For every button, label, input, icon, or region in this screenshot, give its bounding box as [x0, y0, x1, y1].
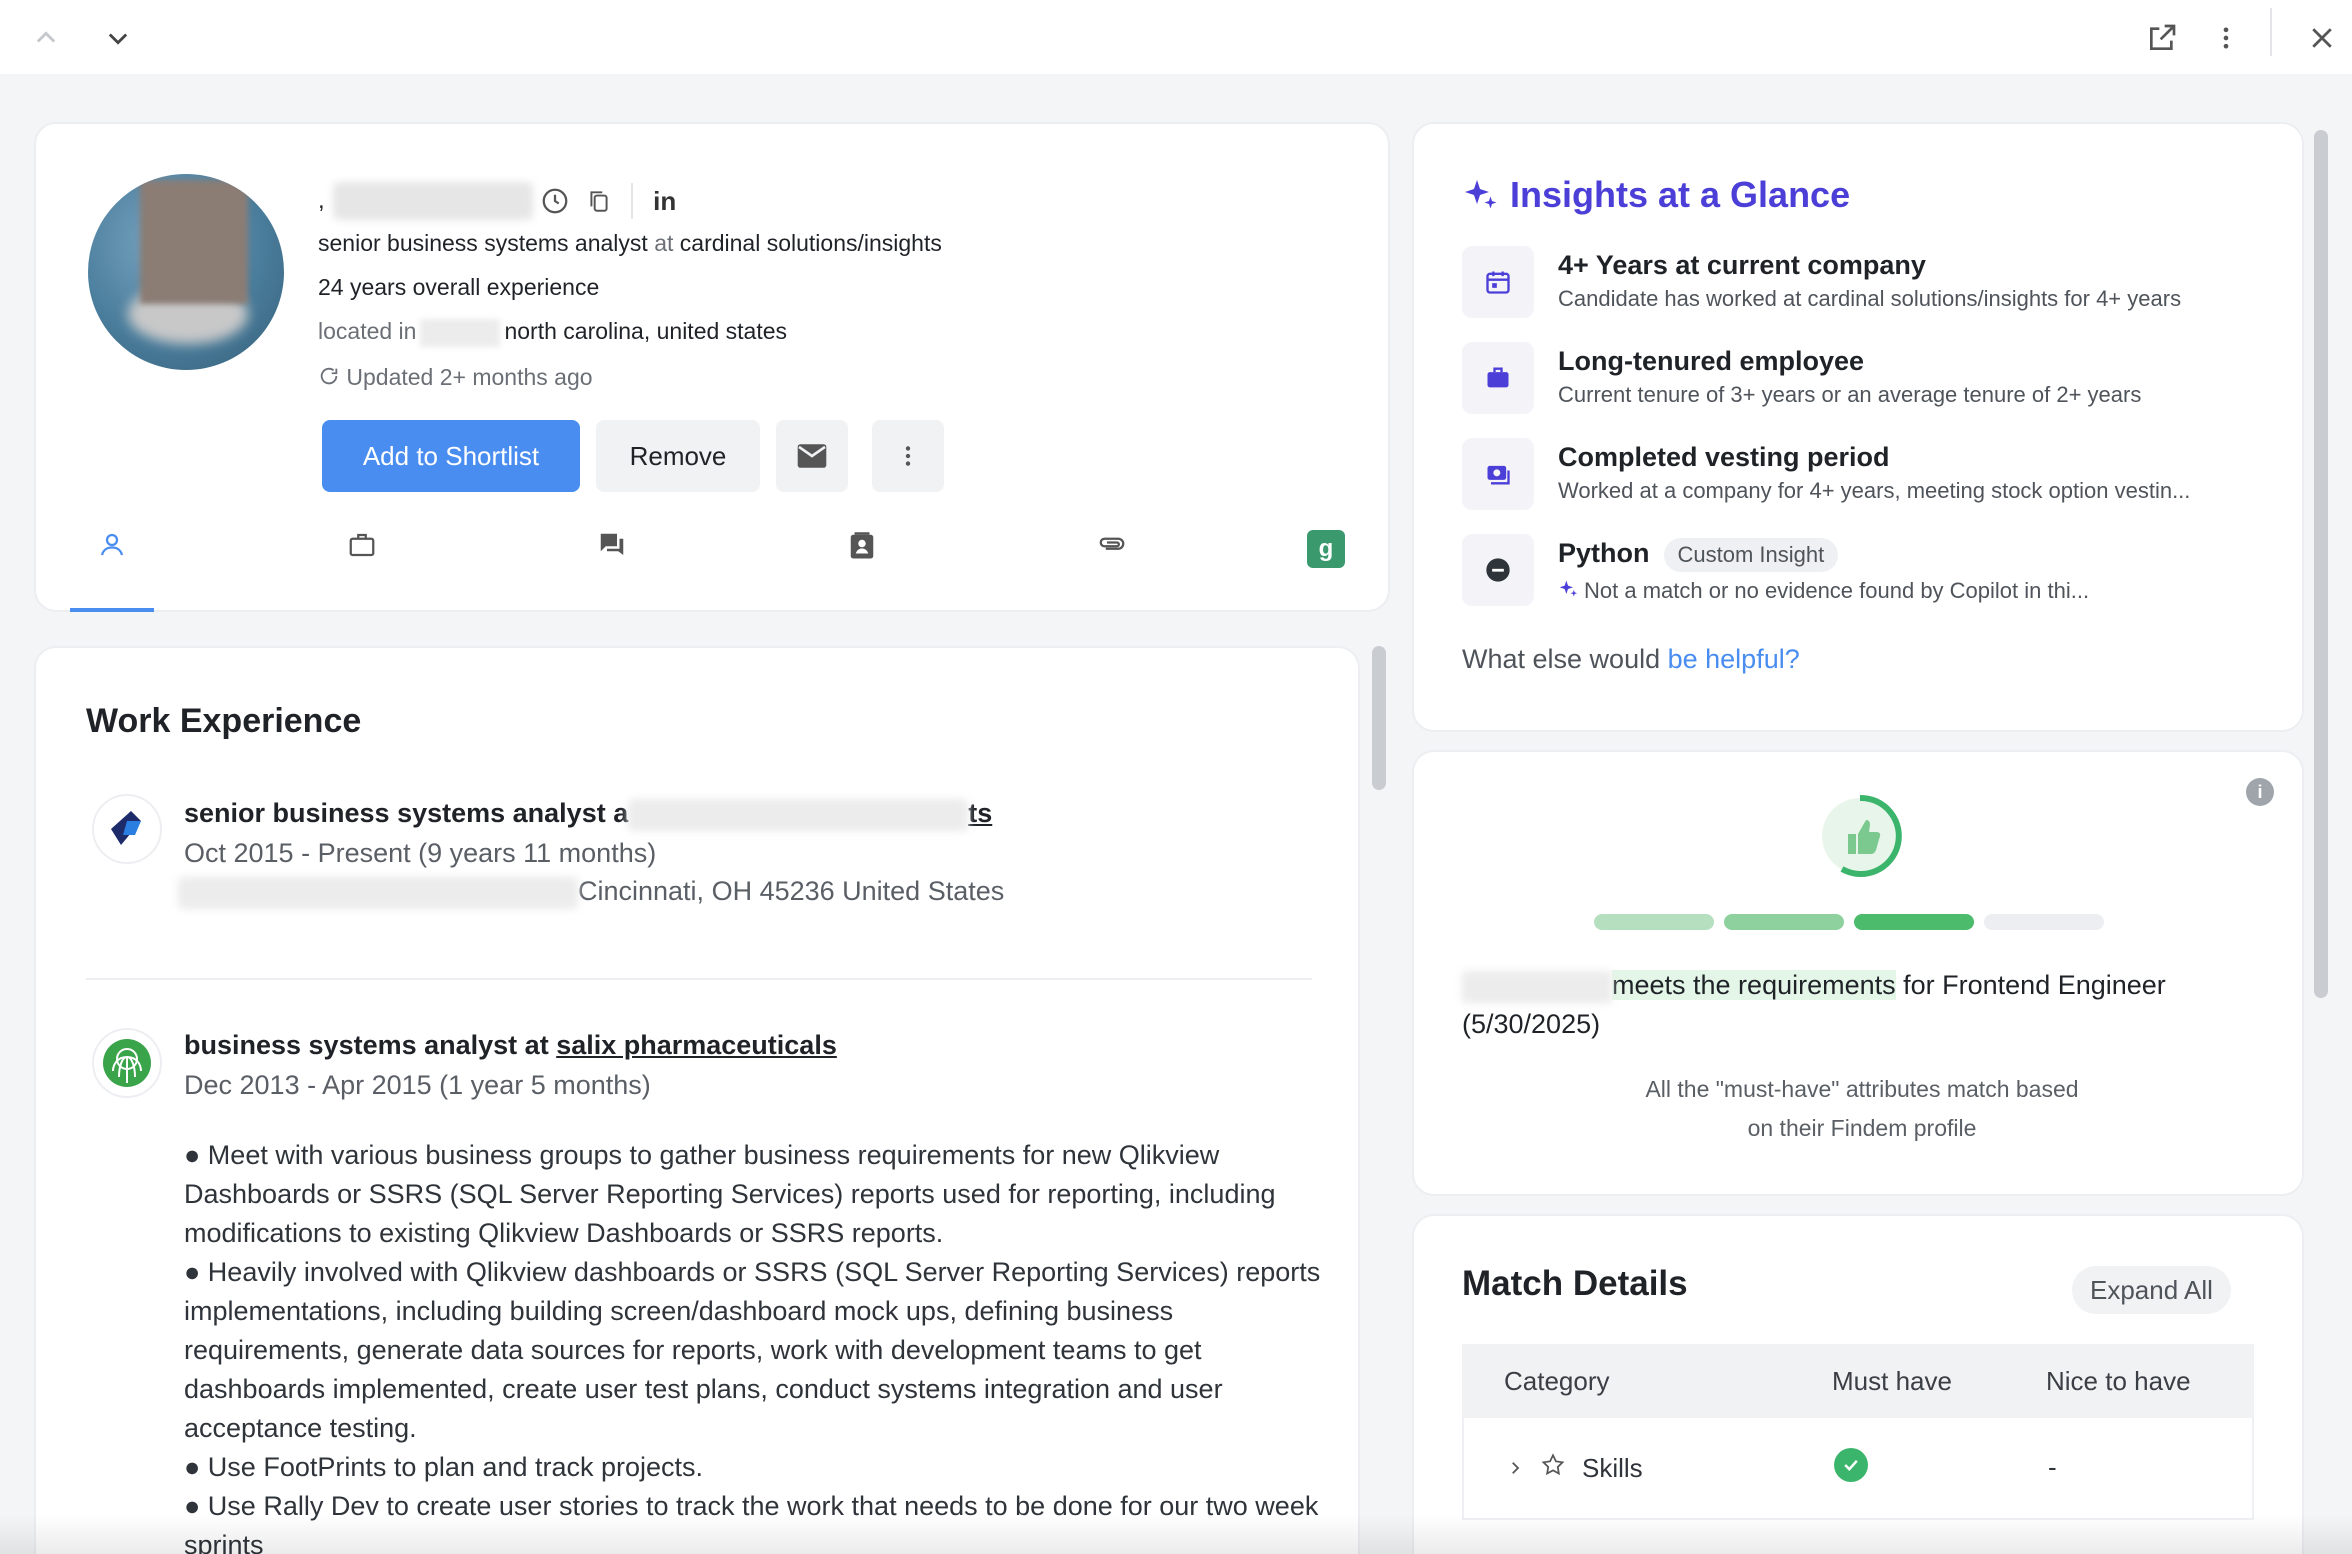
- tab-messages[interactable]: [570, 500, 654, 612]
- company-link[interactable]: salix pharmaceuticals: [556, 1030, 837, 1060]
- table-header: Category Must have Nice to have: [1462, 1344, 2254, 1418]
- job-location: Cincinnati, OH 45236 United States: [178, 876, 1004, 909]
- right-panel-scrollbar[interactable]: [2314, 130, 2328, 998]
- job-title: business systems analyst at salix pharma…: [184, 1030, 837, 1060]
- profile-card: , in senior business systems analyst at …: [34, 122, 1390, 612]
- profile-tabs: g: [36, 500, 1388, 612]
- thumbs-up-icon: [1822, 794, 1902, 877]
- job-description: ● Meet with various business groups to g…: [184, 1140, 1321, 1554]
- location: located in north carolina, united states: [318, 318, 787, 347]
- person-icon: [100, 533, 124, 556]
- close-icon[interactable]: [2294, 10, 2350, 66]
- current-title: senior business systems analyst at cardi…: [318, 230, 942, 256]
- insight-item: 4+ Years at current company Candidate ha…: [1462, 246, 2272, 326]
- chevron-up-icon[interactable]: [18, 10, 74, 66]
- insights-title: Insights at a Glance: [1462, 174, 1850, 216]
- copy-icon[interactable]: [577, 179, 621, 223]
- company-link[interactable]: ts: [968, 798, 992, 828]
- chat-icon: [600, 533, 624, 555]
- briefcase-icon: [1462, 342, 1534, 414]
- work-experience-card: Work Experience senior business systems …: [34, 646, 1360, 1554]
- match-summary: meets the requirements for Frontend Engi…: [1462, 970, 2166, 1039]
- chevron-right-icon[interactable]: [1506, 1453, 1524, 1484]
- updated-status: Updated 2+ months ago: [318, 364, 593, 393]
- history-icon[interactable]: [533, 179, 577, 223]
- sparkle-icon: [1465, 180, 1497, 209]
- match-note: All the "must-have" attributes match bas…: [1645, 1076, 2079, 1141]
- linkedin-icon[interactable]: in: [643, 179, 687, 223]
- more-actions-button[interactable]: [872, 420, 944, 492]
- section-title: Work Experience: [86, 702, 362, 740]
- toolbar-divider: [2270, 8, 2272, 56]
- calendar-icon: [1462, 246, 1534, 318]
- insights-card: Insights at a Glance 4+ Years at current…: [1412, 122, 2304, 732]
- match-details-card: Match Details Expand All Category Must h…: [1412, 1214, 2304, 1554]
- add-to-shortlist-button[interactable]: Add to Shortlist: [322, 420, 580, 492]
- custom-insight-chip: Custom Insight: [1663, 538, 1839, 572]
- progress-segment: [1854, 914, 1974, 930]
- top-bar: [0, 0, 2352, 74]
- tab-profile[interactable]: [70, 500, 154, 612]
- name-row: , in: [318, 176, 687, 226]
- job-dates: Dec 2013 - Apr 2015 (1 year 5 months): [184, 1070, 651, 1100]
- insight-item: Completed vesting period Worked at a com…: [1462, 438, 2272, 518]
- progress-segment: [1984, 914, 2104, 930]
- candidate-name: [332, 182, 533, 220]
- job-dates: Oct 2015 - Present (9 years 11 months): [184, 838, 657, 868]
- nice-to-have-value: -: [2048, 1452, 2057, 1482]
- category-label: Skills: [1582, 1453, 1643, 1483]
- tab-greenhouse[interactable]: g: [1284, 500, 1368, 612]
- email-button[interactable]: [776, 420, 848, 492]
- refresh-icon: [318, 365, 340, 393]
- check-icon: [1834, 1448, 1868, 1482]
- match-summary-card: i meets the requirements for Frontend En…: [1412, 750, 2304, 1196]
- more-vertical-icon[interactable]: [2198, 10, 2254, 66]
- money-icon: [1462, 438, 1534, 510]
- briefcase-icon: [349, 533, 375, 557]
- insight-item: Long-tenured employee Current tenure of …: [1462, 342, 2272, 422]
- info-icon[interactable]: i: [2246, 778, 2274, 806]
- tab-contact[interactable]: [820, 500, 904, 612]
- insight-item: Python Custom Insight Not a match or no e…: [1462, 534, 2272, 614]
- insights-footer: What else would be helpful?: [1462, 644, 1800, 674]
- open-external-icon[interactable]: [2134, 10, 2190, 66]
- job-title: senior business systems analyst a ts: [184, 798, 992, 831]
- table-row[interactable]: Skills -: [1462, 1418, 2254, 1520]
- paperclip-icon: [1099, 537, 1125, 550]
- star-icon[interactable]: [1540, 1452, 1566, 1485]
- minus-circle-icon: [1462, 534, 1534, 606]
- divider: [86, 978, 1312, 980]
- greenhouse-icon: g: [1307, 530, 1345, 568]
- company-logo: [92, 794, 162, 864]
- progress-segment: [1594, 914, 1714, 930]
- tab-work[interactable]: [320, 500, 404, 612]
- expand-all-button[interactable]: Expand All: [2072, 1266, 2231, 1314]
- scrollbar-thumb[interactable]: [1372, 646, 1386, 790]
- tab-attachments[interactable]: [1070, 500, 1154, 612]
- company-logo: [92, 1028, 162, 1098]
- avatar: [88, 174, 284, 370]
- sparkle-icon: [1558, 579, 1578, 605]
- contact-card-icon: [850, 532, 874, 559]
- feedback-link[interactable]: be helpful?: [1668, 644, 1800, 674]
- work-scrollbar[interactable]: [1372, 646, 1386, 1554]
- chevron-down-icon[interactable]: [90, 10, 146, 66]
- remove-button[interactable]: Remove: [596, 420, 760, 492]
- experience-years: 24 years overall experience: [318, 274, 600, 300]
- progress-segment: [1724, 914, 1844, 930]
- match-details-title: Match Details: [1462, 1264, 1688, 1303]
